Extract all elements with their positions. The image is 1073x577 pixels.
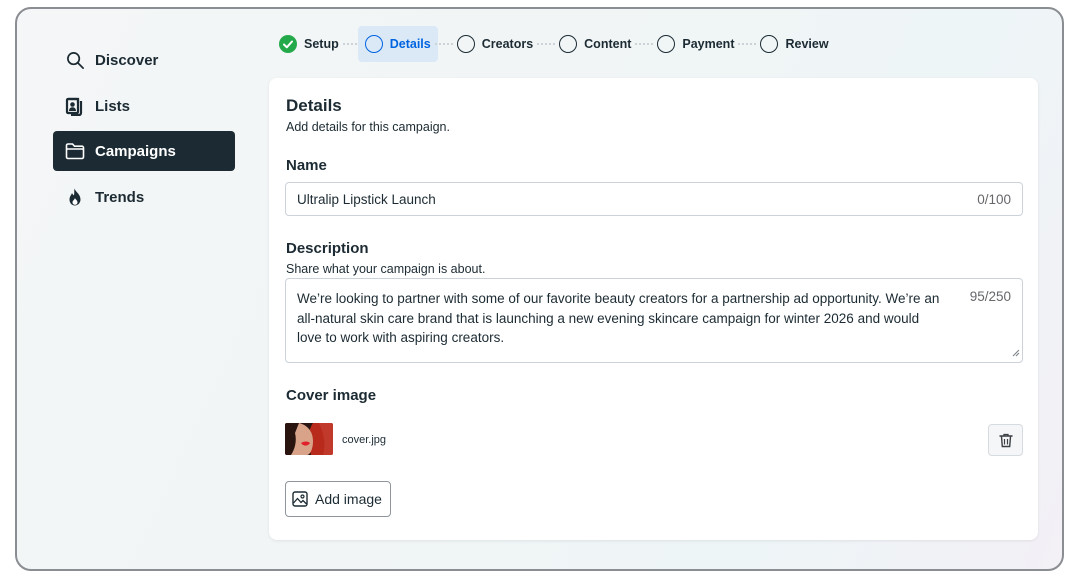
sidebar-item-label: Lists: [95, 97, 131, 115]
add-image-label: Add image: [315, 491, 382, 507]
step-setup[interactable]: Setup: [272, 26, 346, 62]
step-label: Setup: [304, 37, 339, 51]
step-circle-icon: [364, 35, 383, 53]
step-circle-icon: [760, 35, 779, 53]
step-circle-icon: [559, 35, 578, 53]
cover-filename: cover.jpg: [342, 434, 387, 446]
step-label: Payment: [682, 37, 735, 51]
sidebar-item-lists[interactable]: Lists: [53, 86, 235, 126]
card-subtitle: Add details for this campaign.: [286, 120, 450, 134]
image-icon: [292, 491, 308, 507]
sidebar-item-campaigns[interactable]: Campaigns: [53, 131, 235, 171]
name-input[interactable]: Ultralip Lipstick Launch 0/100: [285, 182, 1023, 216]
delete-image-button[interactable]: [988, 424, 1023, 456]
add-image-button[interactable]: Add image: [285, 481, 391, 517]
step-review[interactable]: Review: [753, 26, 835, 62]
name-char-counter: 0/100: [977, 192, 1011, 207]
description-label: Description: [286, 240, 369, 257]
details-card: Details Add details for this campaign. N…: [269, 78, 1038, 540]
step-label: Creators: [481, 37, 534, 51]
description-char-counter: 95/250: [969, 289, 1011, 304]
description-textarea[interactable]: We’re looking to partner with some of ou…: [285, 278, 1023, 363]
step-label: Details: [389, 37, 431, 51]
campaign-stepper: Setup Details Creators Content Payment R…: [272, 25, 836, 63]
name-label: Name: [286, 157, 327, 174]
resize-handle-icon[interactable]: [1011, 345, 1020, 360]
step-label: Review: [785, 37, 829, 51]
sidebar-item-label: Campaigns: [95, 142, 176, 160]
flame-icon: [64, 186, 86, 208]
step-circle-icon: [657, 35, 676, 53]
search-icon: [64, 49, 86, 71]
description-value: We’re looking to partner with some of ou…: [297, 291, 940, 345]
sidebar-item-discover[interactable]: Discover: [53, 40, 235, 80]
lists-icon: [64, 95, 86, 117]
step-details[interactable]: Details: [357, 26, 438, 62]
sidebar-item-trends[interactable]: Trends: [53, 177, 235, 217]
step-creators[interactable]: Creators: [450, 26, 540, 62]
sidebar-item-label: Trends: [95, 188, 145, 206]
cover-image-label: Cover image: [286, 387, 377, 404]
trash-icon: [998, 433, 1013, 448]
step-circle-icon: [456, 35, 475, 53]
step-content[interactable]: Content: [552, 26, 638, 62]
step-payment[interactable]: Payment: [650, 26, 741, 62]
name-input-value: Ultralip Lipstick Launch: [297, 192, 436, 207]
cover-thumbnail: [285, 423, 333, 455]
folder-icon: [64, 140, 86, 162]
step-label: Content: [584, 37, 632, 51]
description-help: Share what your campaign is about.: [286, 262, 486, 276]
check-circle-icon: [279, 35, 297, 53]
app-window: Discover Lists Campaigns Trends Setup De…: [15, 7, 1064, 571]
card-title: Details: [286, 96, 342, 115]
sidebar-item-label: Discover: [95, 51, 159, 69]
